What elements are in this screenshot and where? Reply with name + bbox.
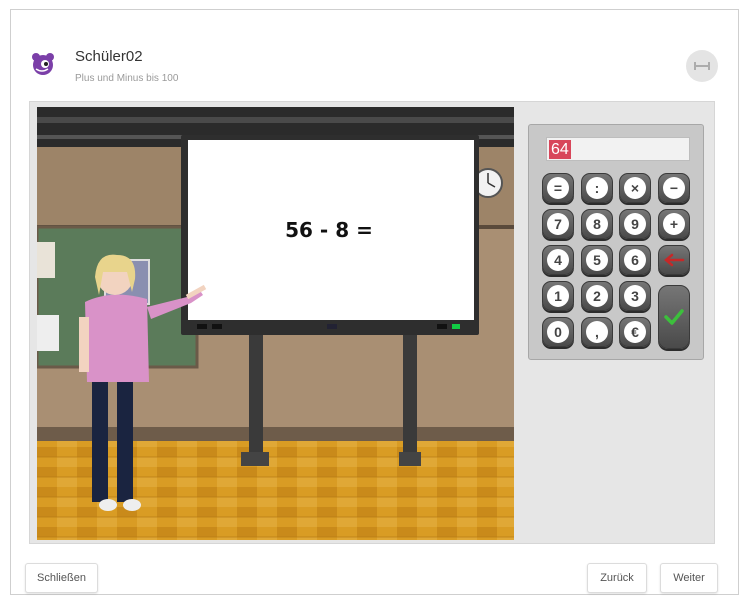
page-title: Schüler02 bbox=[75, 48, 143, 65]
checkmark-icon bbox=[664, 309, 684, 325]
plus-key[interactable]: + bbox=[658, 209, 690, 239]
key-8[interactable]: 8 bbox=[581, 209, 613, 239]
answer-display-value: 64 bbox=[549, 140, 571, 159]
key-1[interactable]: 1 bbox=[542, 281, 574, 311]
euro-key[interactable]: € bbox=[619, 317, 651, 347]
answer-display[interactable]: 64 bbox=[546, 137, 690, 161]
key-0[interactable]: 0 bbox=[542, 317, 574, 347]
key-4[interactable]: 4 bbox=[542, 245, 574, 275]
next-button[interactable]: Weiter bbox=[660, 563, 718, 593]
key-3[interactable]: 3 bbox=[619, 281, 651, 311]
key-5[interactable]: 5 bbox=[581, 245, 613, 275]
key-6[interactable]: 6 bbox=[619, 245, 651, 275]
calculator-panel: 64 = : × − 7 8 9 + 4 5 6 1 2 3 0 , € bbox=[528, 124, 704, 360]
close-button[interactable]: Schließen bbox=[25, 563, 98, 593]
comma-key[interactable]: , bbox=[581, 317, 613, 347]
key-7[interactable]: 7 bbox=[542, 209, 574, 239]
confirm-key[interactable] bbox=[658, 285, 690, 349]
backspace-key[interactable] bbox=[658, 245, 690, 275]
avatar-logo-icon bbox=[32, 53, 54, 75]
fullscreen-button[interactable] bbox=[686, 50, 718, 82]
divide-key[interactable]: : bbox=[581, 173, 613, 203]
key-2[interactable]: 2 bbox=[581, 281, 613, 311]
key-9[interactable]: 9 bbox=[619, 209, 651, 239]
page-subtitle: Plus und Minus bis 100 bbox=[75, 73, 179, 84]
multiply-key[interactable]: × bbox=[619, 173, 651, 203]
back-button[interactable]: Zurück bbox=[587, 563, 647, 593]
equals-key[interactable]: = bbox=[542, 173, 574, 203]
classroom-scene: 56 - 8 = bbox=[37, 107, 514, 540]
backspace-arrow-icon bbox=[664, 253, 685, 267]
equation-text: 56 - 8 = bbox=[285, 218, 373, 242]
minus-key[interactable]: − bbox=[658, 173, 690, 203]
expand-icon bbox=[694, 62, 710, 70]
